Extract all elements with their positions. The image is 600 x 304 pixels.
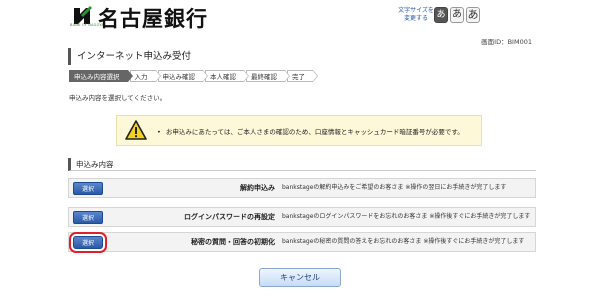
notice-box: お申込みにあたっては、ご本人さまの確認のため、口座情報とキャッシュカード暗証番号… — [116, 115, 482, 146]
step-label: 最終確認 — [251, 73, 277, 81]
list-item-desc: bankstageの秘密の質問の答えをお忘れのお客さま ※操作後すぐにお手続きが… — [282, 238, 525, 245]
step-complete: 完了 — [287, 70, 318, 82]
cancel-button[interactable]: キャンセル — [259, 268, 341, 287]
step-label: 入力 — [134, 73, 148, 81]
list-item-name: 秘密の質問・回答の初期化 — [191, 238, 275, 246]
step-identity: 本人確認 — [205, 70, 249, 82]
bank-name: 名古屋銀行 — [98, 7, 208, 31]
select-cancel-contract-button[interactable]: 選択 — [73, 182, 103, 195]
step-final-confirm: 最終確認 — [246, 70, 290, 82]
header: BANK OF NAGOYA 名古屋銀行 文字サイズを変更する あ あ あ — [0, 0, 600, 34]
step-select-content: 申込み内容選択 — [69, 70, 133, 82]
list-item-desc: bankstageのログインパスワードをお忘れのお客さま ※操作後すぐにお手続き… — [282, 213, 531, 220]
page-title: インターネット申込み受付 — [68, 48, 536, 65]
step-label: 申込み内容選択 — [74, 73, 120, 81]
screen-id: 画面ID：BIM001 — [481, 38, 532, 46]
step-label: 本人確認 — [210, 73, 236, 81]
warning-icon — [125, 120, 147, 140]
notice-text: お申込みにあたっては、ご本人さまの確認のため、口座情報とキャッシュカード暗証番号… — [157, 126, 464, 136]
list-item-desc: bankstageの解約申込みをご希望のお客さま ※操作の翌日にお手続きが完了し… — [282, 184, 507, 191]
instruction-text: 申込み内容を選択してください。 — [69, 94, 167, 102]
font-size-medium-button[interactable]: あ — [450, 7, 464, 23]
list-item-reset-password: 選択 ログインパスワードの再設定 bankstageのログインパスワードをお忘れ… — [68, 207, 536, 227]
progress-steps: 申込み内容選択 入力 申込み確認 本人確認 最終確認 完了 — [69, 70, 318, 82]
list-item-reset-secret-question: 選択 秘密の質問・回答の初期化 bankstageの秘密の質問の答えをお忘れのお… — [68, 232, 536, 252]
font-size-large-button[interactable]: あ — [466, 7, 480, 23]
list-item-name: 解約申込み — [240, 184, 275, 192]
font-size-label: 文字サイズを変更する — [398, 7, 434, 23]
section-title: 申込み内容 — [68, 158, 536, 171]
step-confirm: 申込み確認 — [157, 70, 208, 82]
step-label: 完了 — [292, 73, 305, 81]
select-reset-secret-question-button[interactable]: 選択 — [73, 236, 103, 249]
select-reset-password-button[interactable]: 選択 — [73, 211, 103, 224]
font-size-small-button[interactable]: あ — [434, 7, 448, 23]
list-item-name: ログインパスワードの再設定 — [184, 213, 275, 221]
step-label: 申込み確認 — [162, 73, 196, 81]
list-item-cancel-contract: 選択 解約申込み bankstageの解約申込みをご希望のお客さま ※操作の翌日… — [68, 178, 536, 198]
step-input: 入力 — [129, 70, 161, 82]
